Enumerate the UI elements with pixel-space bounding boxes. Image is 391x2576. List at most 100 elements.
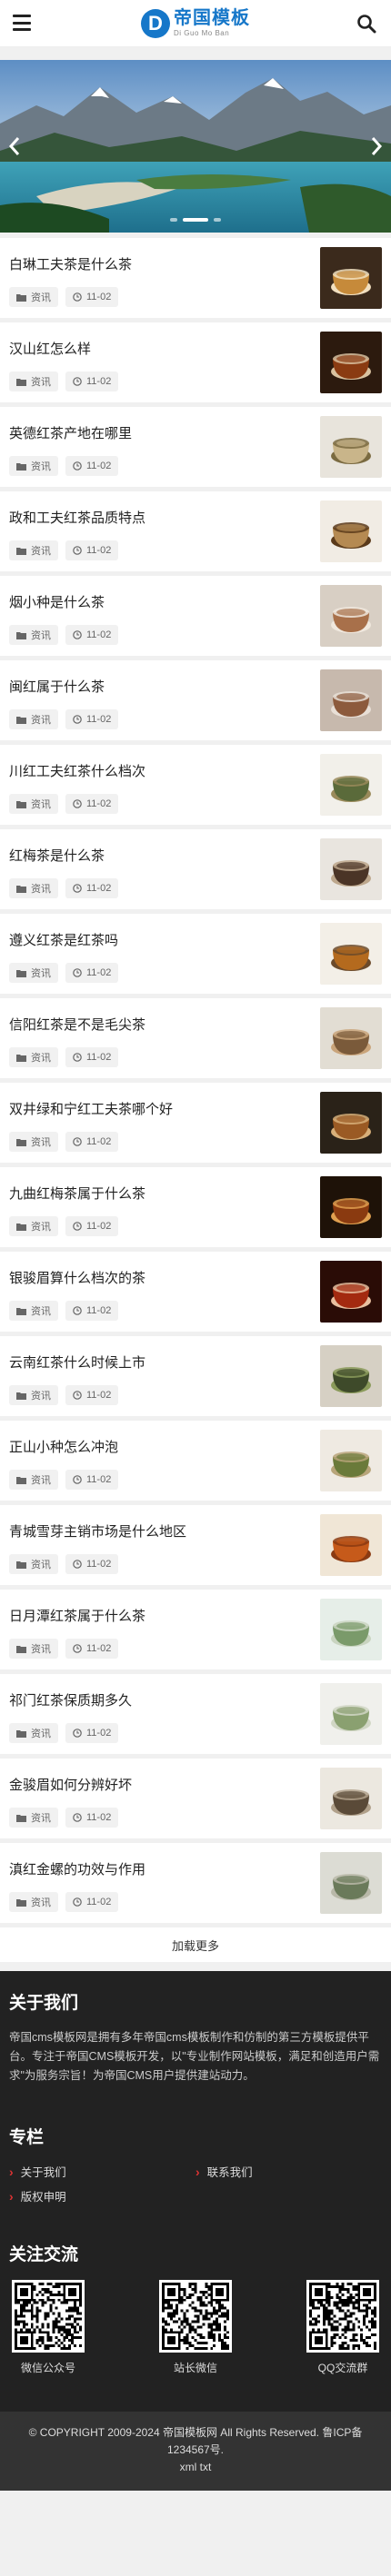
article-thumbnail[interactable] [320, 1007, 382, 1069]
copyright-bar: © COPYRIGHT 2009-2024 帝国模板网 All Rights R… [0, 2412, 391, 2491]
article-title[interactable]: 祁门红茶保质期多久 [9, 1690, 300, 1709]
article-thumbnail[interactable] [320, 500, 382, 562]
article-category[interactable]: 资讯 [9, 372, 58, 391]
article-title[interactable]: 英德红茶产地在哪里 [9, 423, 300, 442]
article-title[interactable]: 信阳红茶是不是毛尖茶 [9, 1015, 300, 1034]
banner-prev-arrow[interactable] [4, 133, 25, 160]
banner-dot[interactable] [183, 218, 208, 222]
article-category[interactable]: 资讯 [9, 1639, 58, 1659]
article-thumbnail[interactable] [320, 1261, 382, 1323]
article-item[interactable]: 日月潭红茶属于什么茶 资讯 11-02 [0, 1590, 391, 1669]
article-item[interactable]: 银骏眉算什么档次的茶 资讯 11-02 [0, 1252, 391, 1332]
article-category[interactable]: 资讯 [9, 963, 58, 983]
banner-dot[interactable] [214, 218, 221, 222]
article-category[interactable]: 资讯 [9, 1047, 58, 1067]
article-item[interactable]: 红梅茶是什么茶 资讯 11-02 [0, 829, 391, 909]
banner-next-arrow[interactable] [366, 133, 387, 160]
article-thumbnail[interactable] [320, 669, 382, 731]
article-thumbnail[interactable] [320, 754, 382, 816]
article-title[interactable]: 正山小种怎么冲泡 [9, 1437, 300, 1456]
article-title[interactable]: 日月潭红茶属于什么茶 [9, 1606, 300, 1625]
article-thumbnail[interactable] [320, 332, 382, 393]
article-title[interactable]: 白琳工夫茶是什么茶 [9, 254, 300, 273]
article-item[interactable]: 九曲红梅茶属于什么茶 资讯 11-02 [0, 1167, 391, 1247]
footer-link[interactable]: › 关于我们 [9, 2163, 196, 2180]
article-thumbnail[interactable] [320, 247, 382, 309]
article-thumbnail[interactable] [320, 1683, 382, 1745]
article-thumbnail[interactable] [320, 1176, 382, 1238]
article-category[interactable]: 资讯 [9, 1132, 58, 1152]
article-thumbnail[interactable] [320, 1599, 382, 1660]
article-title[interactable]: 九曲红梅茶属于什么茶 [9, 1184, 300, 1203]
article-category[interactable]: 资讯 [9, 1723, 58, 1743]
article-category[interactable]: 资讯 [9, 625, 58, 645]
site-logo[interactable]: D 帝国模板 Di Guo Mo Ban [141, 8, 250, 38]
article-item[interactable]: 云南红茶什么时候上市 资讯 11-02 [0, 1336, 391, 1416]
article-thumbnail[interactable] [320, 1514, 382, 1576]
article-title[interactable]: 闽红属于什么茶 [9, 677, 300, 696]
article-item[interactable]: 白琳工夫茶是什么茶 资讯 11-02 [0, 238, 391, 318]
article-category[interactable]: 资讯 [9, 540, 58, 560]
article-item[interactable]: 滇红金螺的功效与作用 资讯 11-02 [0, 1843, 391, 1923]
article-category[interactable]: 资讯 [9, 1808, 58, 1828]
article-category[interactable]: 资讯 [9, 1554, 58, 1574]
article-item[interactable]: 烟小种是什么茶 资讯 11-02 [0, 576, 391, 656]
article-item[interactable]: 金骏眉如何分辨好坏 资讯 11-02 [0, 1759, 391, 1838]
article-title[interactable]: 遵义红茶是红茶吗 [9, 930, 300, 949]
article-category[interactable]: 资讯 [9, 1301, 58, 1321]
article-title[interactable]: 青城雪芽主销市场是什么地区 [9, 1521, 300, 1541]
banner-carousel[interactable] [0, 60, 391, 233]
article-item[interactable]: 正山小种怎么冲泡 资讯 11-02 [0, 1421, 391, 1501]
article-thumbnail[interactable] [320, 585, 382, 647]
article-thumbnail[interactable] [320, 1092, 382, 1154]
article-item[interactable]: 双井绿和宁红工夫茶哪个好 资讯 11-02 [0, 1083, 391, 1163]
article-category[interactable]: 资讯 [9, 287, 58, 307]
article-item[interactable]: 汉山红怎么样 资讯 11-02 [0, 322, 391, 402]
footer-link-label: 版权申明 [20, 2191, 66, 2204]
banner-dot[interactable] [170, 218, 177, 222]
article-item[interactable]: 英德红茶产地在哪里 资讯 11-02 [0, 407, 391, 487]
sitemap-links[interactable]: xml txt [9, 2459, 382, 2476]
article-category[interactable]: 资讯 [9, 709, 58, 729]
article-category[interactable]: 资讯 [9, 1385, 58, 1405]
article-category[interactable]: 资讯 [9, 1216, 58, 1236]
article-thumbnail[interactable] [320, 1430, 382, 1491]
footer-link[interactable]: › 版权申明 [9, 2187, 196, 2204]
menu-icon[interactable] [13, 15, 31, 31]
article-thumbnail[interactable] [320, 1345, 382, 1407]
article-item[interactable]: 遵义红茶是红茶吗 资讯 11-02 [0, 914, 391, 994]
category-label: 资讯 [31, 884, 51, 895]
article-item[interactable]: 祁门红茶保质期多久 资讯 11-02 [0, 1674, 391, 1754]
article-category[interactable]: 资讯 [9, 794, 58, 814]
category-label: 资讯 [31, 968, 51, 979]
article-item[interactable]: 青城雪芽主销市场是什么地区 资讯 11-02 [0, 1505, 391, 1585]
article-title[interactable]: 川红工夫红茶什么档次 [9, 761, 300, 780]
article-item[interactable]: 闽红属于什么茶 资讯 11-02 [0, 660, 391, 740]
article-category[interactable]: 资讯 [9, 1892, 58, 1912]
load-more-button[interactable]: 加载更多 [0, 1927, 391, 1962]
article-thumbnail[interactable] [320, 416, 382, 478]
category-label: 资讯 [31, 799, 51, 810]
article-item[interactable]: 川红工夫红茶什么档次 资讯 11-02 [0, 745, 391, 825]
search-icon[interactable] [356, 14, 376, 34]
article-title[interactable]: 云南红茶什么时候上市 [9, 1352, 300, 1372]
article-item[interactable]: 政和工夫红茶品质特点 资讯 11-02 [0, 491, 391, 571]
article-category[interactable]: 资讯 [9, 456, 58, 476]
article-title[interactable]: 红梅茶是什么茶 [9, 846, 300, 865]
article-thumbnail[interactable] [320, 1768, 382, 1829]
article-thumbnail[interactable] [320, 1852, 382, 1914]
article-title[interactable]: 汉山红怎么样 [9, 339, 300, 358]
footer-link[interactable]: › 联系我们 [196, 2163, 382, 2180]
article-item[interactable]: 信阳红茶是不是毛尖茶 资讯 11-02 [0, 998, 391, 1078]
article-title[interactable]: 烟小种是什么茶 [9, 592, 300, 611]
article-title[interactable]: 银骏眉算什么档次的茶 [9, 1268, 300, 1287]
article-thumbnail[interactable] [320, 923, 382, 985]
article-thumbnail[interactable] [320, 838, 382, 900]
article-title[interactable]: 金骏眉如何分辨好坏 [9, 1775, 300, 1794]
article-title[interactable]: 政和工夫红茶品质特点 [9, 508, 300, 527]
article-category[interactable]: 资讯 [9, 1470, 58, 1490]
article-date: 11-02 [65, 372, 119, 391]
article-title[interactable]: 双井绿和宁红工夫茶哪个好 [9, 1099, 300, 1118]
article-title[interactable]: 滇红金螺的功效与作用 [9, 1859, 300, 1878]
article-category[interactable]: 资讯 [9, 878, 58, 898]
